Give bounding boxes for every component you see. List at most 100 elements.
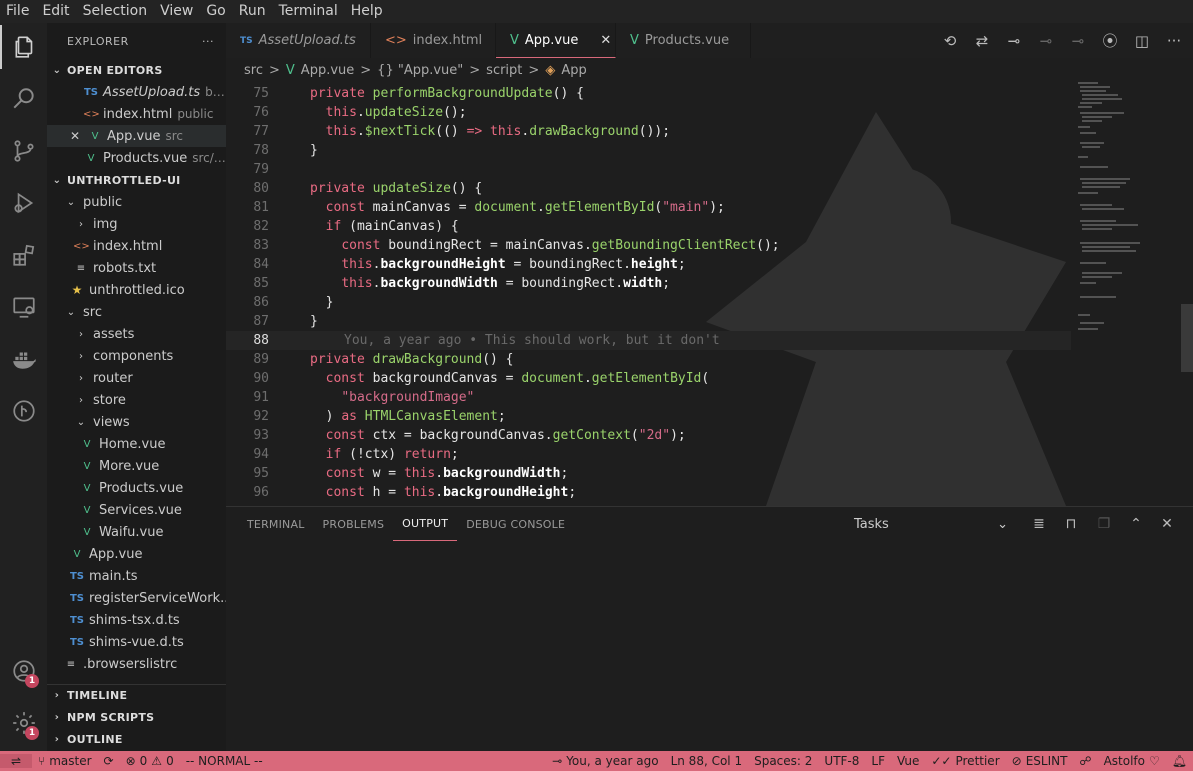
next-revision-icon[interactable]: ⊸ <box>1067 32 1089 50</box>
file-browserslistrc[interactable]: ≡ .browserslistrc <box>47 653 226 675</box>
file-index-html[interactable]: <> index.html <box>47 235 226 257</box>
tab-app-vue[interactable]: V App.vue ✕ <box>496 23 616 58</box>
problems-indicator[interactable]: ⊗ 0 ⚠ 0 <box>120 754 180 768</box>
source-control-icon[interactable] <box>0 129 47 173</box>
search-icon[interactable] <box>0 77 47 121</box>
tab-output[interactable]: OUTPUT <box>393 507 458 541</box>
breadcrumb-module[interactable]: {} "App.vue" <box>377 63 463 78</box>
output-channel-select[interactable]: Tasks ⌄ <box>854 513 1012 535</box>
previous-revision-icon[interactable]: ⊸ <box>1035 32 1057 50</box>
folder-components[interactable]: › components <box>47 345 226 367</box>
open-editors-section[interactable]: ⌄ OPEN EDITORS <box>47 59 226 81</box>
text-file-icon: ≡ <box>66 658 76 670</box>
folder-router[interactable]: › router <box>47 367 226 389</box>
run-debug-icon[interactable] <box>0 181 47 225</box>
compare-changes-icon[interactable]: ⇄ <box>971 32 993 50</box>
breadcrumb-script[interactable]: script <box>486 63 522 78</box>
file-services-vue[interactable]: V Services.vue <box>47 499 226 521</box>
file-app-vue[interactable]: V App.vue <box>47 543 226 565</box>
menu-go[interactable]: Go <box>200 0 232 23</box>
git-blame-status[interactable]: ⊸ You, a year ago <box>546 754 664 768</box>
split-editor-icon[interactable]: ◫ <box>1131 32 1153 50</box>
close-tab-icon[interactable]: ✕ <box>600 33 611 48</box>
theme-status[interactable]: Astolfo ♡ <box>1098 754 1166 768</box>
menu-file[interactable]: File <box>0 0 36 23</box>
history-icon[interactable]: ⟲ <box>939 32 961 50</box>
folder-views[interactable]: ⌄ views <box>47 411 226 433</box>
npm-scripts-section[interactable]: › NPM SCRIPTS <box>47 706 226 728</box>
folder-img[interactable]: › img <box>47 213 226 235</box>
outline-section[interactable]: › OUTLINE <box>47 728 226 750</box>
open-editor-item[interactable]: VProducts.vuesrc/v... <box>47 147 226 169</box>
file-more-vue[interactable]: V More.vue <box>47 455 226 477</box>
minimap[interactable] <box>1076 82 1156 506</box>
extensions-icon[interactable] <box>0 233 47 277</box>
more-actions-icon[interactable]: ··· <box>1163 32 1185 50</box>
sync-icon[interactable]: ⟳ <box>98 754 120 768</box>
eslint-status[interactable]: ⊘ ESLINT <box>1006 754 1074 768</box>
notifications-bell-icon[interactable]: 🔔︎ <box>1166 754 1193 768</box>
folder-store[interactable]: › store <box>47 389 226 411</box>
vim-mode: -- NORMAL -- <box>185 754 263 768</box>
file-register-sw[interactable]: TS registerServiceWork... <box>47 587 226 609</box>
file-shims-tsx[interactable]: TS shims-tsx.d.ts <box>47 609 226 631</box>
gitlens-icon[interactable]: ⦿ <box>1099 30 1121 51</box>
menu-view[interactable]: View <box>154 0 200 23</box>
feedback-icon[interactable]: ☍ <box>1073 754 1097 768</box>
double-check-icon: ✓✓ <box>931 754 952 768</box>
folder-assets[interactable]: › assets <box>47 323 226 345</box>
open-editor-item[interactable]: <> index.html public <box>47 103 226 125</box>
breadcrumb-src[interactable]: src <box>244 63 263 78</box>
tab-terminal[interactable]: TERMINAL <box>238 507 314 541</box>
file-waifu-vue[interactable]: V Waifu.vue <box>47 521 226 543</box>
git-graph-icon[interactable] <box>0 389 47 433</box>
file-main-ts[interactable]: TS main.ts <box>47 565 226 587</box>
menu-terminal[interactable]: Terminal <box>273 0 345 23</box>
tab-index-html[interactable]: <> index.html <box>371 23 496 58</box>
file-home-vue[interactable]: V Home.vue <box>47 433 226 455</box>
prettier-status[interactable]: ✓✓ Prettier <box>925 754 1005 768</box>
branch-indicator[interactable]: ⑂ master <box>32 754 98 768</box>
folder-public[interactable]: ⌄ public <box>47 191 226 213</box>
clear-output-icon[interactable]: ≣ <box>1028 513 1050 535</box>
open-editor-item-active[interactable]: ✕ V App.vue src <box>47 125 226 147</box>
menu-edit[interactable]: Edit <box>36 0 76 23</box>
accounts-icon[interactable]: 1 <box>0 649 47 693</box>
menu-selection[interactable]: Selection <box>77 0 155 23</box>
file-products-vue[interactable]: V Products.vue <box>47 477 226 499</box>
docker-icon[interactable] <box>0 337 47 381</box>
folder-src[interactable]: ⌄ src <box>47 301 226 323</box>
encoding[interactable]: UTF-8 <box>818 754 865 768</box>
tab-assetupload[interactable]: TS AssetUpload.ts <box>226 23 371 58</box>
tab-debug-console[interactable]: DEBUG CONSOLE <box>457 507 574 541</box>
git-commit-icon[interactable]: ⊸ <box>1003 32 1025 50</box>
indentation[interactable]: Spaces: 2 <box>748 754 818 768</box>
timeline-section[interactable]: › TIMELINE <box>47 684 226 706</box>
menu-run[interactable]: Run <box>233 0 273 23</box>
menu-help[interactable]: Help <box>345 0 390 23</box>
more-actions-icon[interactable]: ··· <box>202 35 214 48</box>
language-mode[interactable]: Vue <box>891 754 925 768</box>
explorer-icon[interactable] <box>0 25 47 69</box>
maximize-panel-icon[interactable]: ⌃ <box>1125 513 1147 535</box>
file-robots[interactable]: ≡ robots.txt <box>47 257 226 279</box>
breadcrumb-class[interactable]: App <box>561 63 586 78</box>
tab-products-vue[interactable]: V Products.vue <box>616 23 751 58</box>
cursor-position[interactable]: Ln 88, Col 1 <box>665 754 749 768</box>
close-panel-icon[interactable]: ✕ <box>1156 513 1178 535</box>
project-section[interactable]: ⌄ UNTHROTTLED-UI <box>47 169 226 191</box>
tab-problems[interactable]: PROBLEMS <box>314 507 394 541</box>
code-editor[interactable]: 75 private performBackgroundUpdate() { 76… <box>226 82 1193 506</box>
file-shims-vue[interactable]: TS shims-vue.d.ts <box>47 631 226 653</box>
open-in-editor-icon[interactable]: ❐ <box>1093 513 1115 535</box>
editor-scrollbar-thumb[interactable] <box>1181 304 1193 372</box>
lock-scroll-icon[interactable]: ⊓ <box>1060 513 1082 535</box>
file-favicon[interactable]: ★ unthrottled.ico <box>47 279 226 301</box>
breadcrumb-file[interactable]: App.vue <box>301 63 354 78</box>
close-icon[interactable]: ✕ <box>67 129 83 143</box>
settings-gear-icon[interactable]: 1 <box>0 701 47 745</box>
remote-explorer-icon[interactable] <box>0 285 47 329</box>
open-editor-item[interactable]: TSAssetUpload.tsbuil... <box>47 81 226 103</box>
end-of-line[interactable]: LF <box>865 754 891 768</box>
remote-indicator-icon[interactable]: ⇌ <box>0 754 32 768</box>
